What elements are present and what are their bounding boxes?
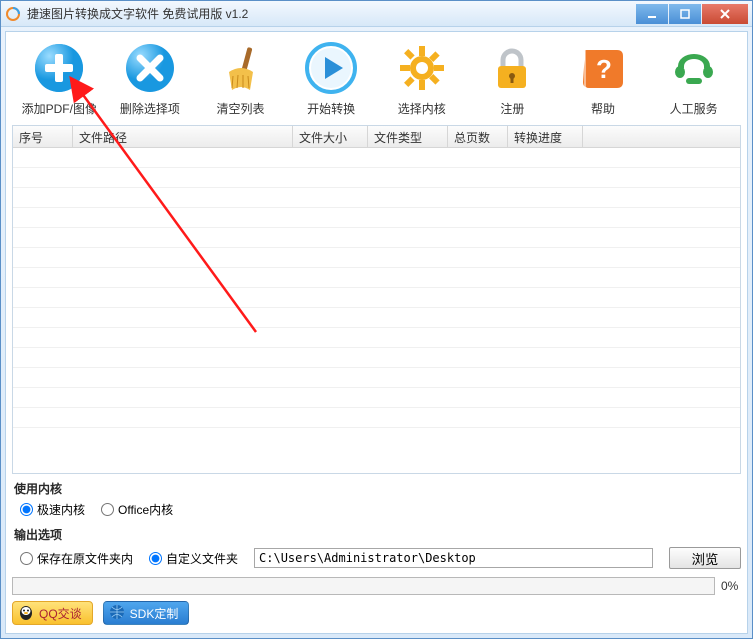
app-icon	[5, 6, 21, 22]
close-button[interactable]	[702, 4, 748, 24]
qq-chat-label: QQ交谈	[39, 605, 82, 622]
plus-icon	[33, 42, 85, 94]
play-icon	[305, 42, 357, 94]
kernel-button[interactable]: 选择内核	[380, 42, 464, 117]
output-custom-radio[interactable]	[149, 552, 162, 565]
col-progress[interactable]: 转换进度	[508, 126, 583, 147]
main-toolbar: 添加PDF/图像 删除选择项 清空列表 开始转换	[12, 38, 741, 125]
progress-bar	[12, 577, 715, 595]
footer-buttons: QQ交谈 SDK定制	[12, 601, 741, 625]
table-header: 序号 文件路径 文件大小 文件类型 总页数 转换进度	[13, 126, 740, 148]
sdk-button[interactable]: SDK定制	[103, 601, 190, 625]
kernel-office-option[interactable]: Office内核	[101, 501, 173, 518]
output-custom-option[interactable]: 自定义文件夹	[149, 550, 238, 567]
file-table[interactable]: 序号 文件路径 文件大小 文件类型 总页数 转换进度	[12, 125, 741, 474]
col-seq[interactable]: 序号	[13, 126, 73, 147]
output-same-option[interactable]: 保存在原文件夹内	[20, 550, 133, 567]
output-custom-label: 自定义文件夹	[166, 550, 238, 567]
window-controls	[635, 4, 748, 24]
gear-icon	[396, 42, 448, 94]
output-same-radio[interactable]	[20, 552, 33, 565]
clear-label: 清空列表	[217, 100, 265, 117]
maximize-button[interactable]	[669, 4, 701, 24]
window-title: 捷速图片转换成文字软件 免费试用版 v1.2	[27, 5, 635, 22]
kernel-label: 选择内核	[398, 100, 446, 117]
col-path[interactable]: 文件路径	[73, 126, 293, 147]
add-file-button[interactable]: 添加PDF/图像	[17, 42, 101, 117]
kernel-office-radio[interactable]	[101, 503, 114, 516]
kernel-fast-option[interactable]: 极速内核	[20, 501, 85, 518]
globe-icon	[108, 603, 126, 624]
service-label: 人工服务	[670, 100, 718, 117]
table-body	[13, 148, 740, 473]
browse-button[interactable]: 浏览	[669, 547, 741, 569]
output-path-input[interactable]	[254, 548, 653, 568]
kernel-section-label: 使用内核	[14, 480, 741, 497]
sdk-label: SDK定制	[130, 605, 179, 622]
titlebar: 捷速图片转换成文字软件 免费试用版 v1.2	[1, 1, 752, 27]
start-button[interactable]: 开始转换	[289, 42, 373, 117]
phone-icon	[668, 42, 720, 94]
help-label: 帮助	[591, 100, 615, 117]
client-area: 添加PDF/图像 删除选择项 清空列表 开始转换	[5, 31, 748, 634]
clear-button[interactable]: 清空列表	[199, 42, 283, 117]
output-section-label: 输出选项	[14, 526, 741, 543]
qq-icon	[17, 603, 35, 624]
add-file-label: 添加PDF/图像	[22, 100, 97, 117]
kernel-fast-label: 极速内核	[37, 501, 85, 518]
help-icon: ?	[577, 42, 629, 94]
col-size[interactable]: 文件大小	[293, 126, 368, 147]
qq-chat-button[interactable]: QQ交谈	[12, 601, 93, 625]
remove-label: 删除选择项	[120, 100, 180, 117]
kernel-options: 极速内核 Office内核	[12, 499, 741, 520]
col-pages[interactable]: 总页数	[448, 126, 508, 147]
remove-button[interactable]: 删除选择项	[108, 42, 192, 117]
broom-icon	[215, 42, 267, 94]
app-window: 捷速图片转换成文字软件 免费试用版 v1.2 添加PDF/图像 删除选择项	[0, 0, 753, 639]
output-options: 保存在原文件夹内 自定义文件夹 浏览	[12, 545, 741, 571]
progress-percent: 0%	[721, 579, 741, 593]
register-button[interactable]: 注册	[470, 42, 554, 117]
kernel-office-label: Office内核	[118, 501, 173, 518]
col-type[interactable]: 文件类型	[368, 126, 448, 147]
kernel-fast-radio[interactable]	[20, 503, 33, 516]
col-spacer	[583, 126, 740, 147]
svg-text:?: ?	[596, 54, 612, 84]
register-label: 注册	[500, 100, 524, 117]
help-button[interactable]: ? 帮助	[561, 42, 645, 117]
minimize-button[interactable]	[636, 4, 668, 24]
lock-icon	[486, 42, 538, 94]
service-button[interactable]: 人工服务	[652, 42, 736, 117]
progress-row: 0%	[12, 577, 741, 595]
delete-icon	[124, 42, 176, 94]
output-same-label: 保存在原文件夹内	[37, 550, 133, 567]
start-label: 开始转换	[307, 100, 355, 117]
